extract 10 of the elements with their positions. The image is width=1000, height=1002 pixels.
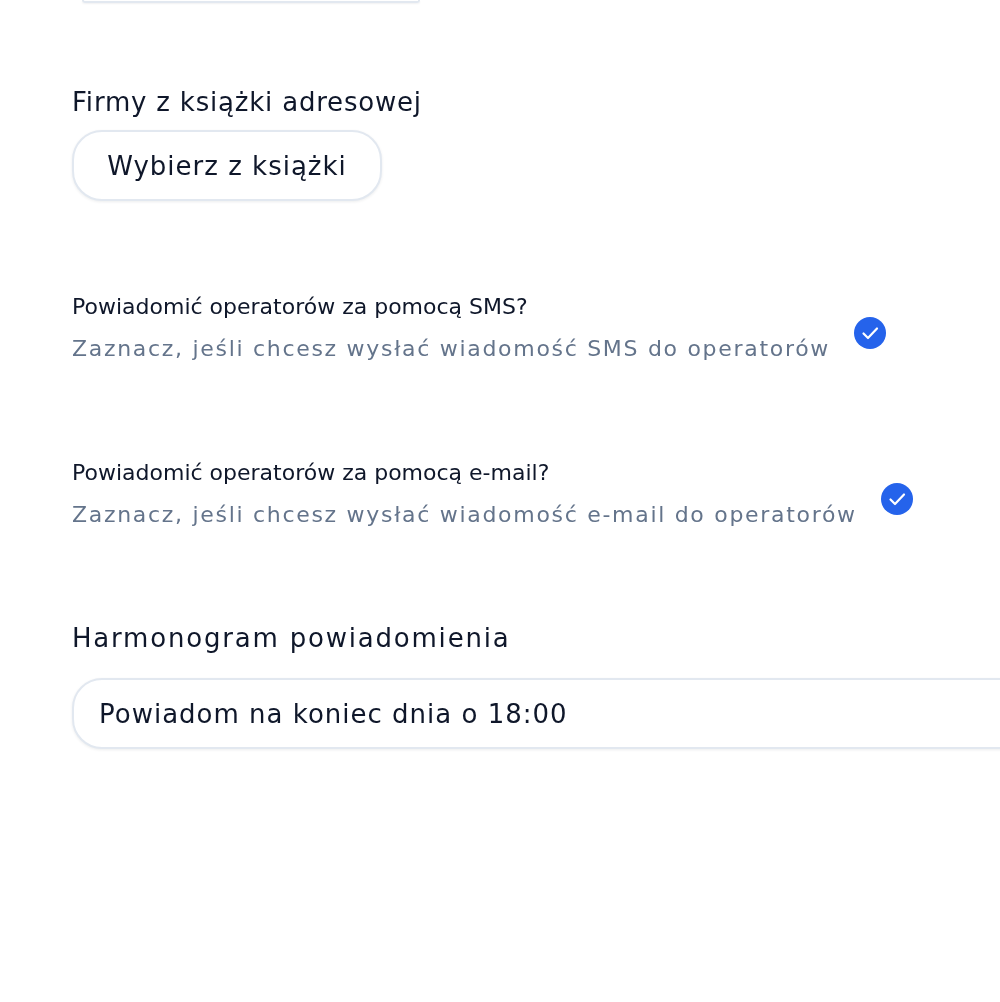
choose-from-book-button[interactable]: Wybierz z książki xyxy=(72,130,382,201)
option-title: Powiadomić operatorów za pomocą e-mail? xyxy=(72,459,551,487)
field-label: Harmonogram powiadomienia xyxy=(72,623,511,653)
checkbox[interactable] xyxy=(854,317,886,349)
option-title: Powiadomić operatorów za pomocą SMS? xyxy=(72,293,529,321)
schedule-field[interactable]: Powiadom na koniec dnia o 18:00 xyxy=(72,678,1000,749)
field-label: Firmy z książki adresowej xyxy=(72,87,422,117)
option-description: Zaznacz, jeśli chcesz wysłać wiadomość SMS do operatorów xyxy=(72,335,830,363)
checkbox[interactable] xyxy=(880,483,913,515)
option-description: Zaznacz, jeśli chcesz wysłać wiadomość e-mail do operatorów xyxy=(72,501,857,529)
